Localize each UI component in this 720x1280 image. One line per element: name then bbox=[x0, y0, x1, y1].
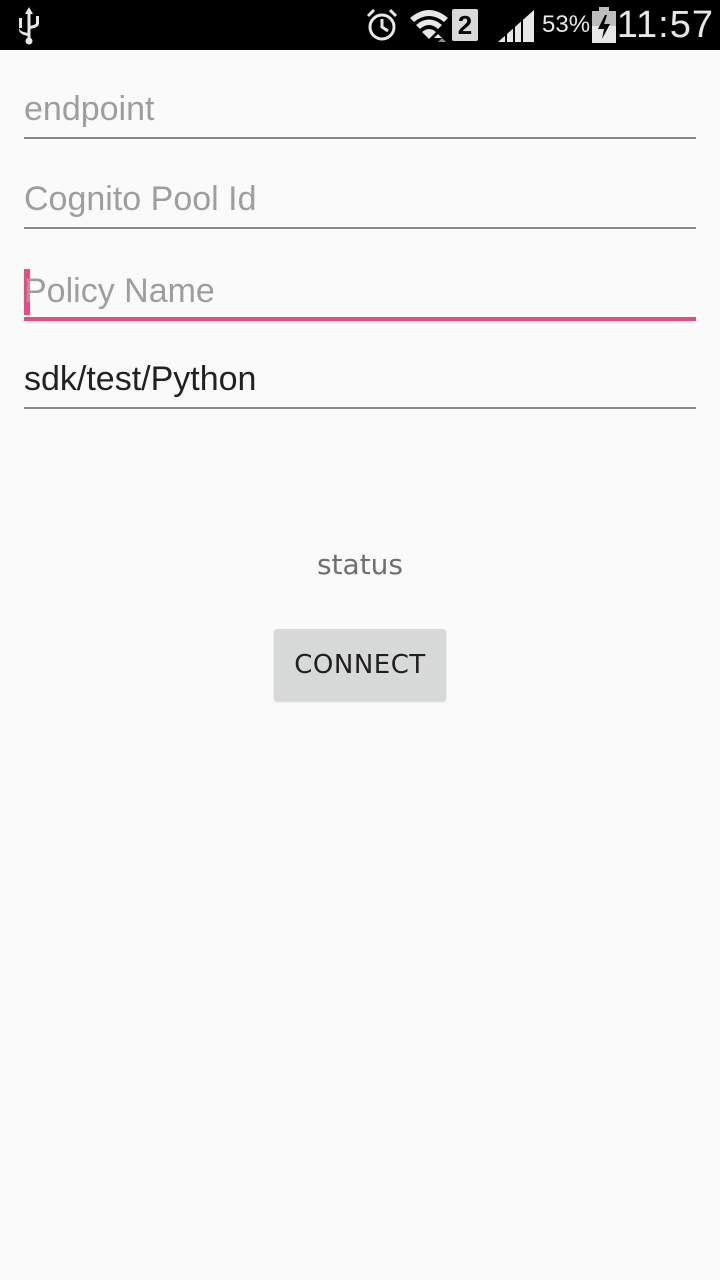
status-label: status bbox=[316, 548, 404, 581]
wifi-icon bbox=[410, 10, 448, 42]
cognito-pool-id-field[interactable]: Cognito Pool Id bbox=[24, 177, 696, 229]
cognito-pool-id-placeholder: Cognito Pool Id bbox=[24, 180, 257, 218]
sim-badge: 2 bbox=[452, 9, 478, 41]
signal-icon bbox=[498, 8, 534, 44]
status-bar: 2 53% 11:57 bbox=[0, 0, 720, 50]
policy-name-field[interactable]: Policy Name bbox=[24, 269, 696, 321]
topic-value: sdk/test/Python bbox=[24, 360, 257, 398]
endpoint-field[interactable]: endpoint bbox=[24, 87, 696, 139]
usb-icon bbox=[19, 7, 39, 45]
policy-name-underline bbox=[24, 317, 696, 321]
endpoint-underline bbox=[24, 137, 696, 139]
battery-charging-icon bbox=[592, 7, 616, 43]
topic-field[interactable]: sdk/test/Python bbox=[24, 357, 696, 409]
clock: 11:57 bbox=[616, 4, 714, 46]
connect-button[interactable]: CONNECT bbox=[274, 629, 446, 701]
policy-name-placeholder: Policy Name bbox=[24, 272, 215, 310]
alarm-icon bbox=[366, 8, 398, 41]
battery-percent: 53% bbox=[542, 11, 591, 38]
topic-underline bbox=[24, 407, 696, 409]
endpoint-placeholder: endpoint bbox=[24, 90, 155, 128]
cognito-pool-id-underline bbox=[24, 227, 696, 229]
